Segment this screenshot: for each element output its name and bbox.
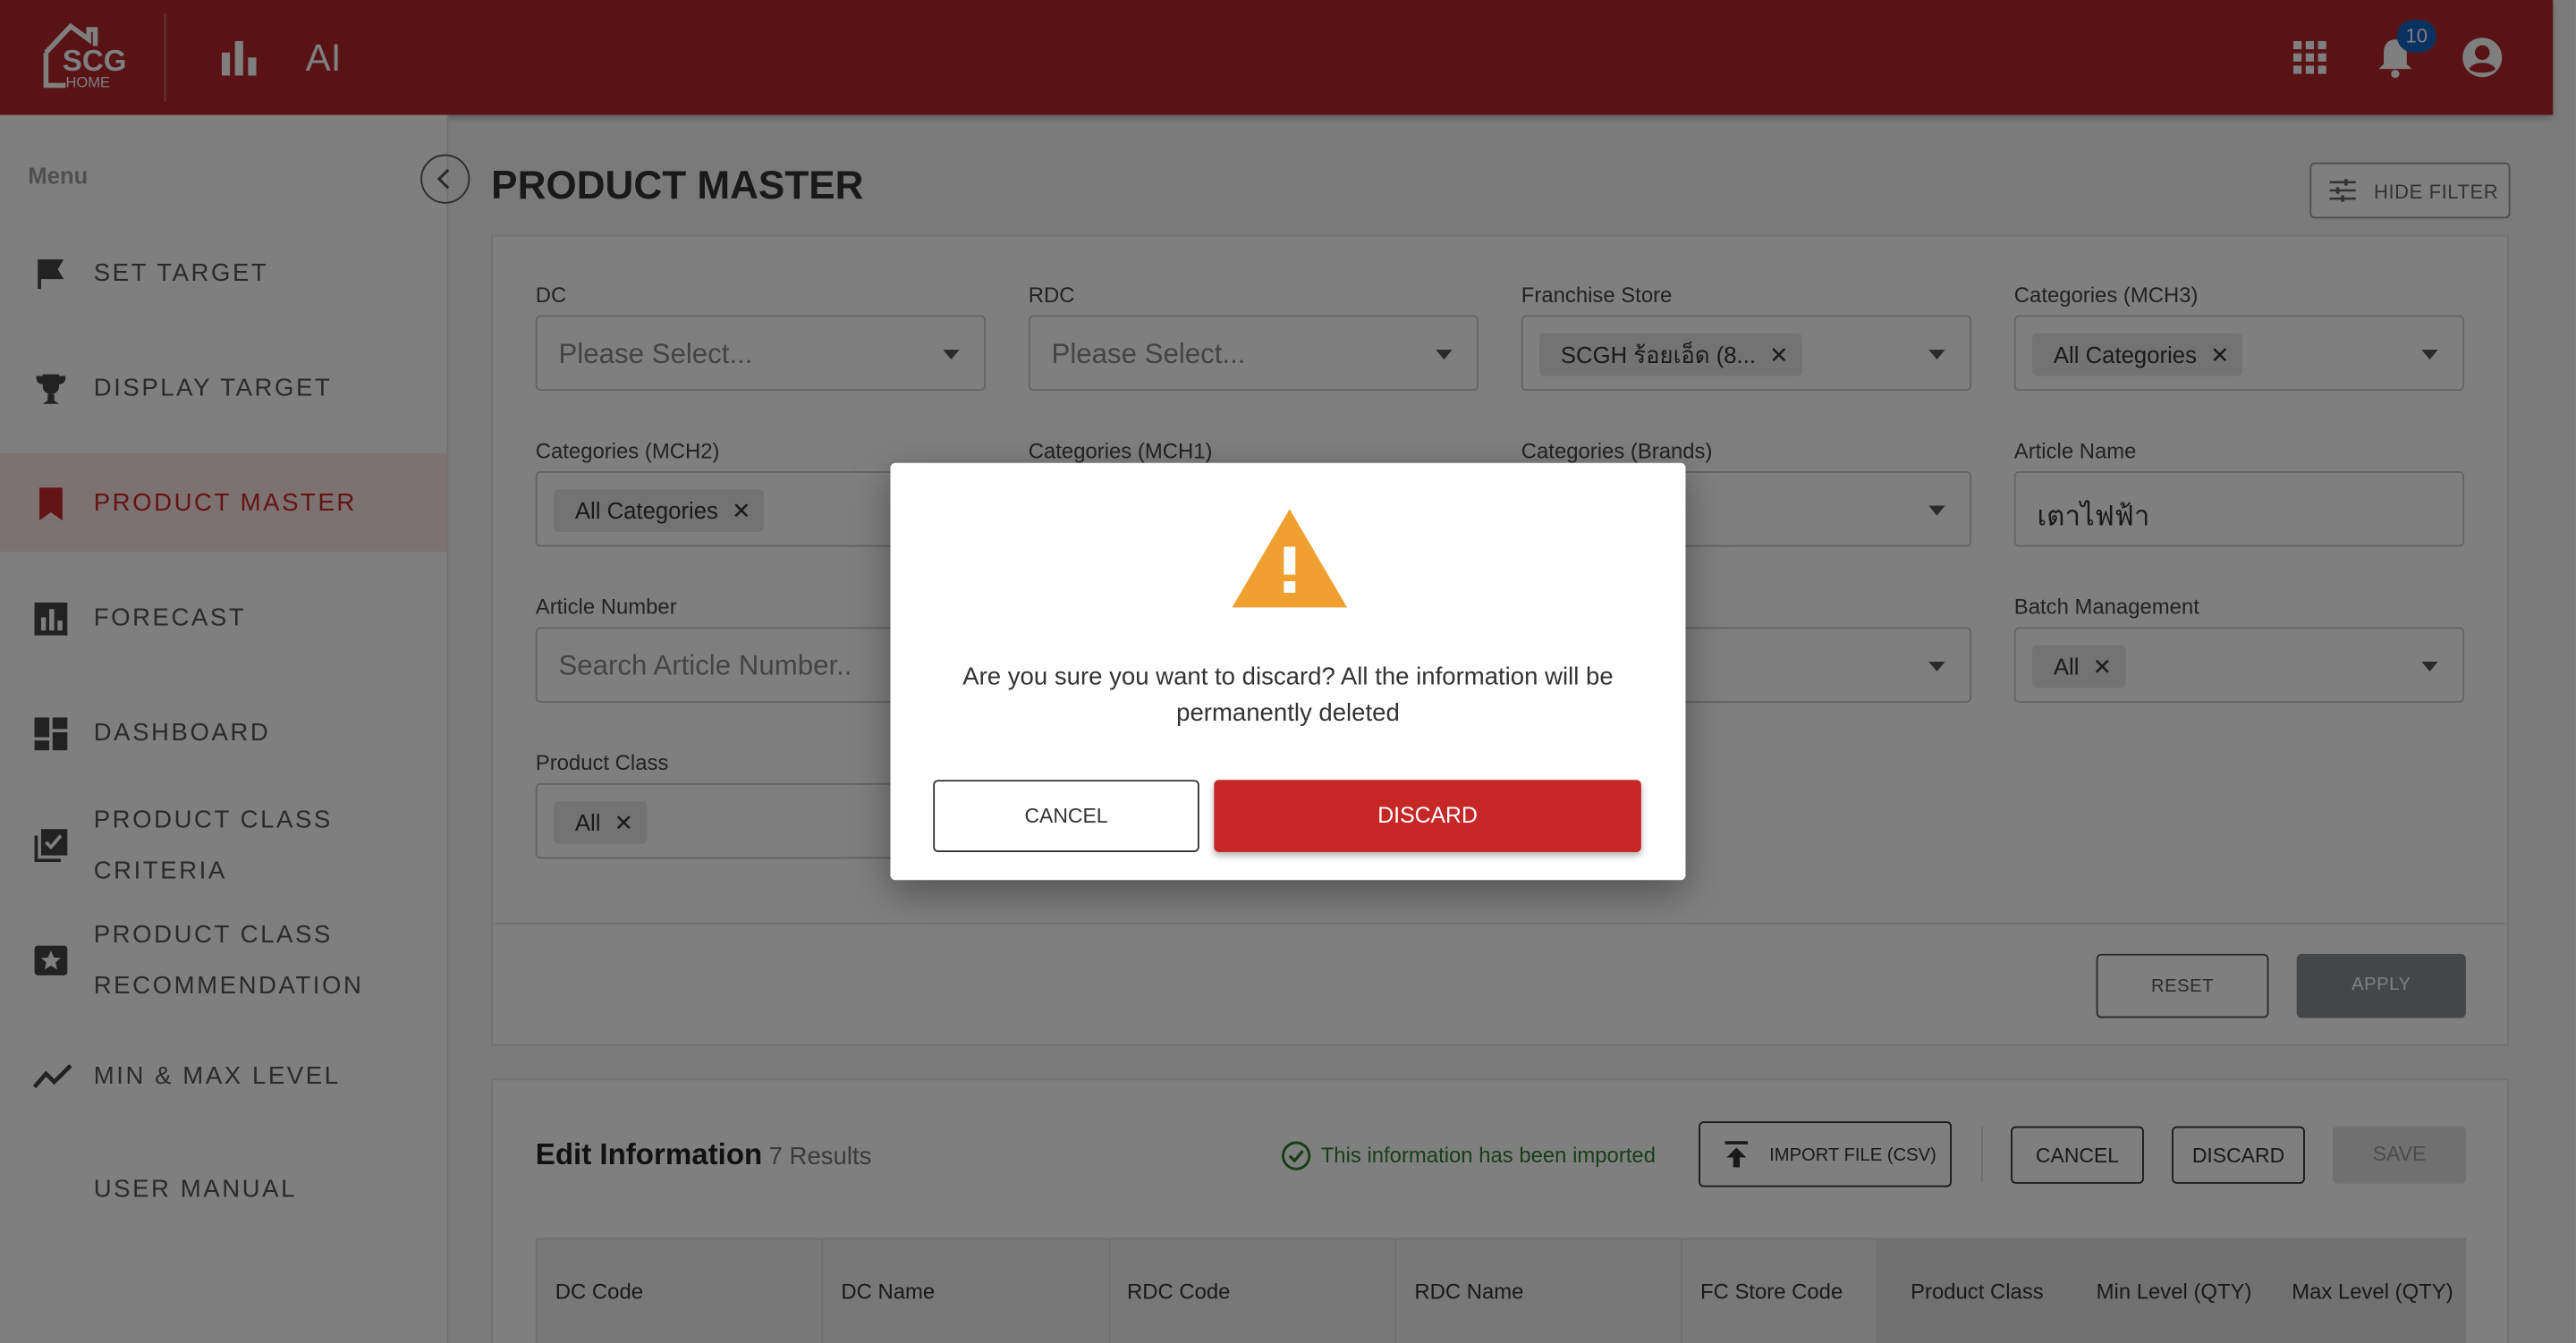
- warning-icon: [1232, 509, 1348, 608]
- app-root: SCG HOME AI 10 Menu: [0, 0, 2576, 1343]
- dialog-cancel-button[interactable]: CANCEL: [933, 780, 1199, 852]
- dialog-message: Are you sure you want to discard? All th…: [962, 663, 1614, 728]
- dialog-discard-label: DISCARD: [1377, 802, 1478, 828]
- dialog-cancel-label: CANCEL: [1024, 804, 1108, 828]
- discard-confirm-dialog: Are you sure you want to discard? All th…: [890, 462, 1686, 881]
- dialog-discard-button[interactable]: DISCARD: [1214, 780, 1641, 852]
